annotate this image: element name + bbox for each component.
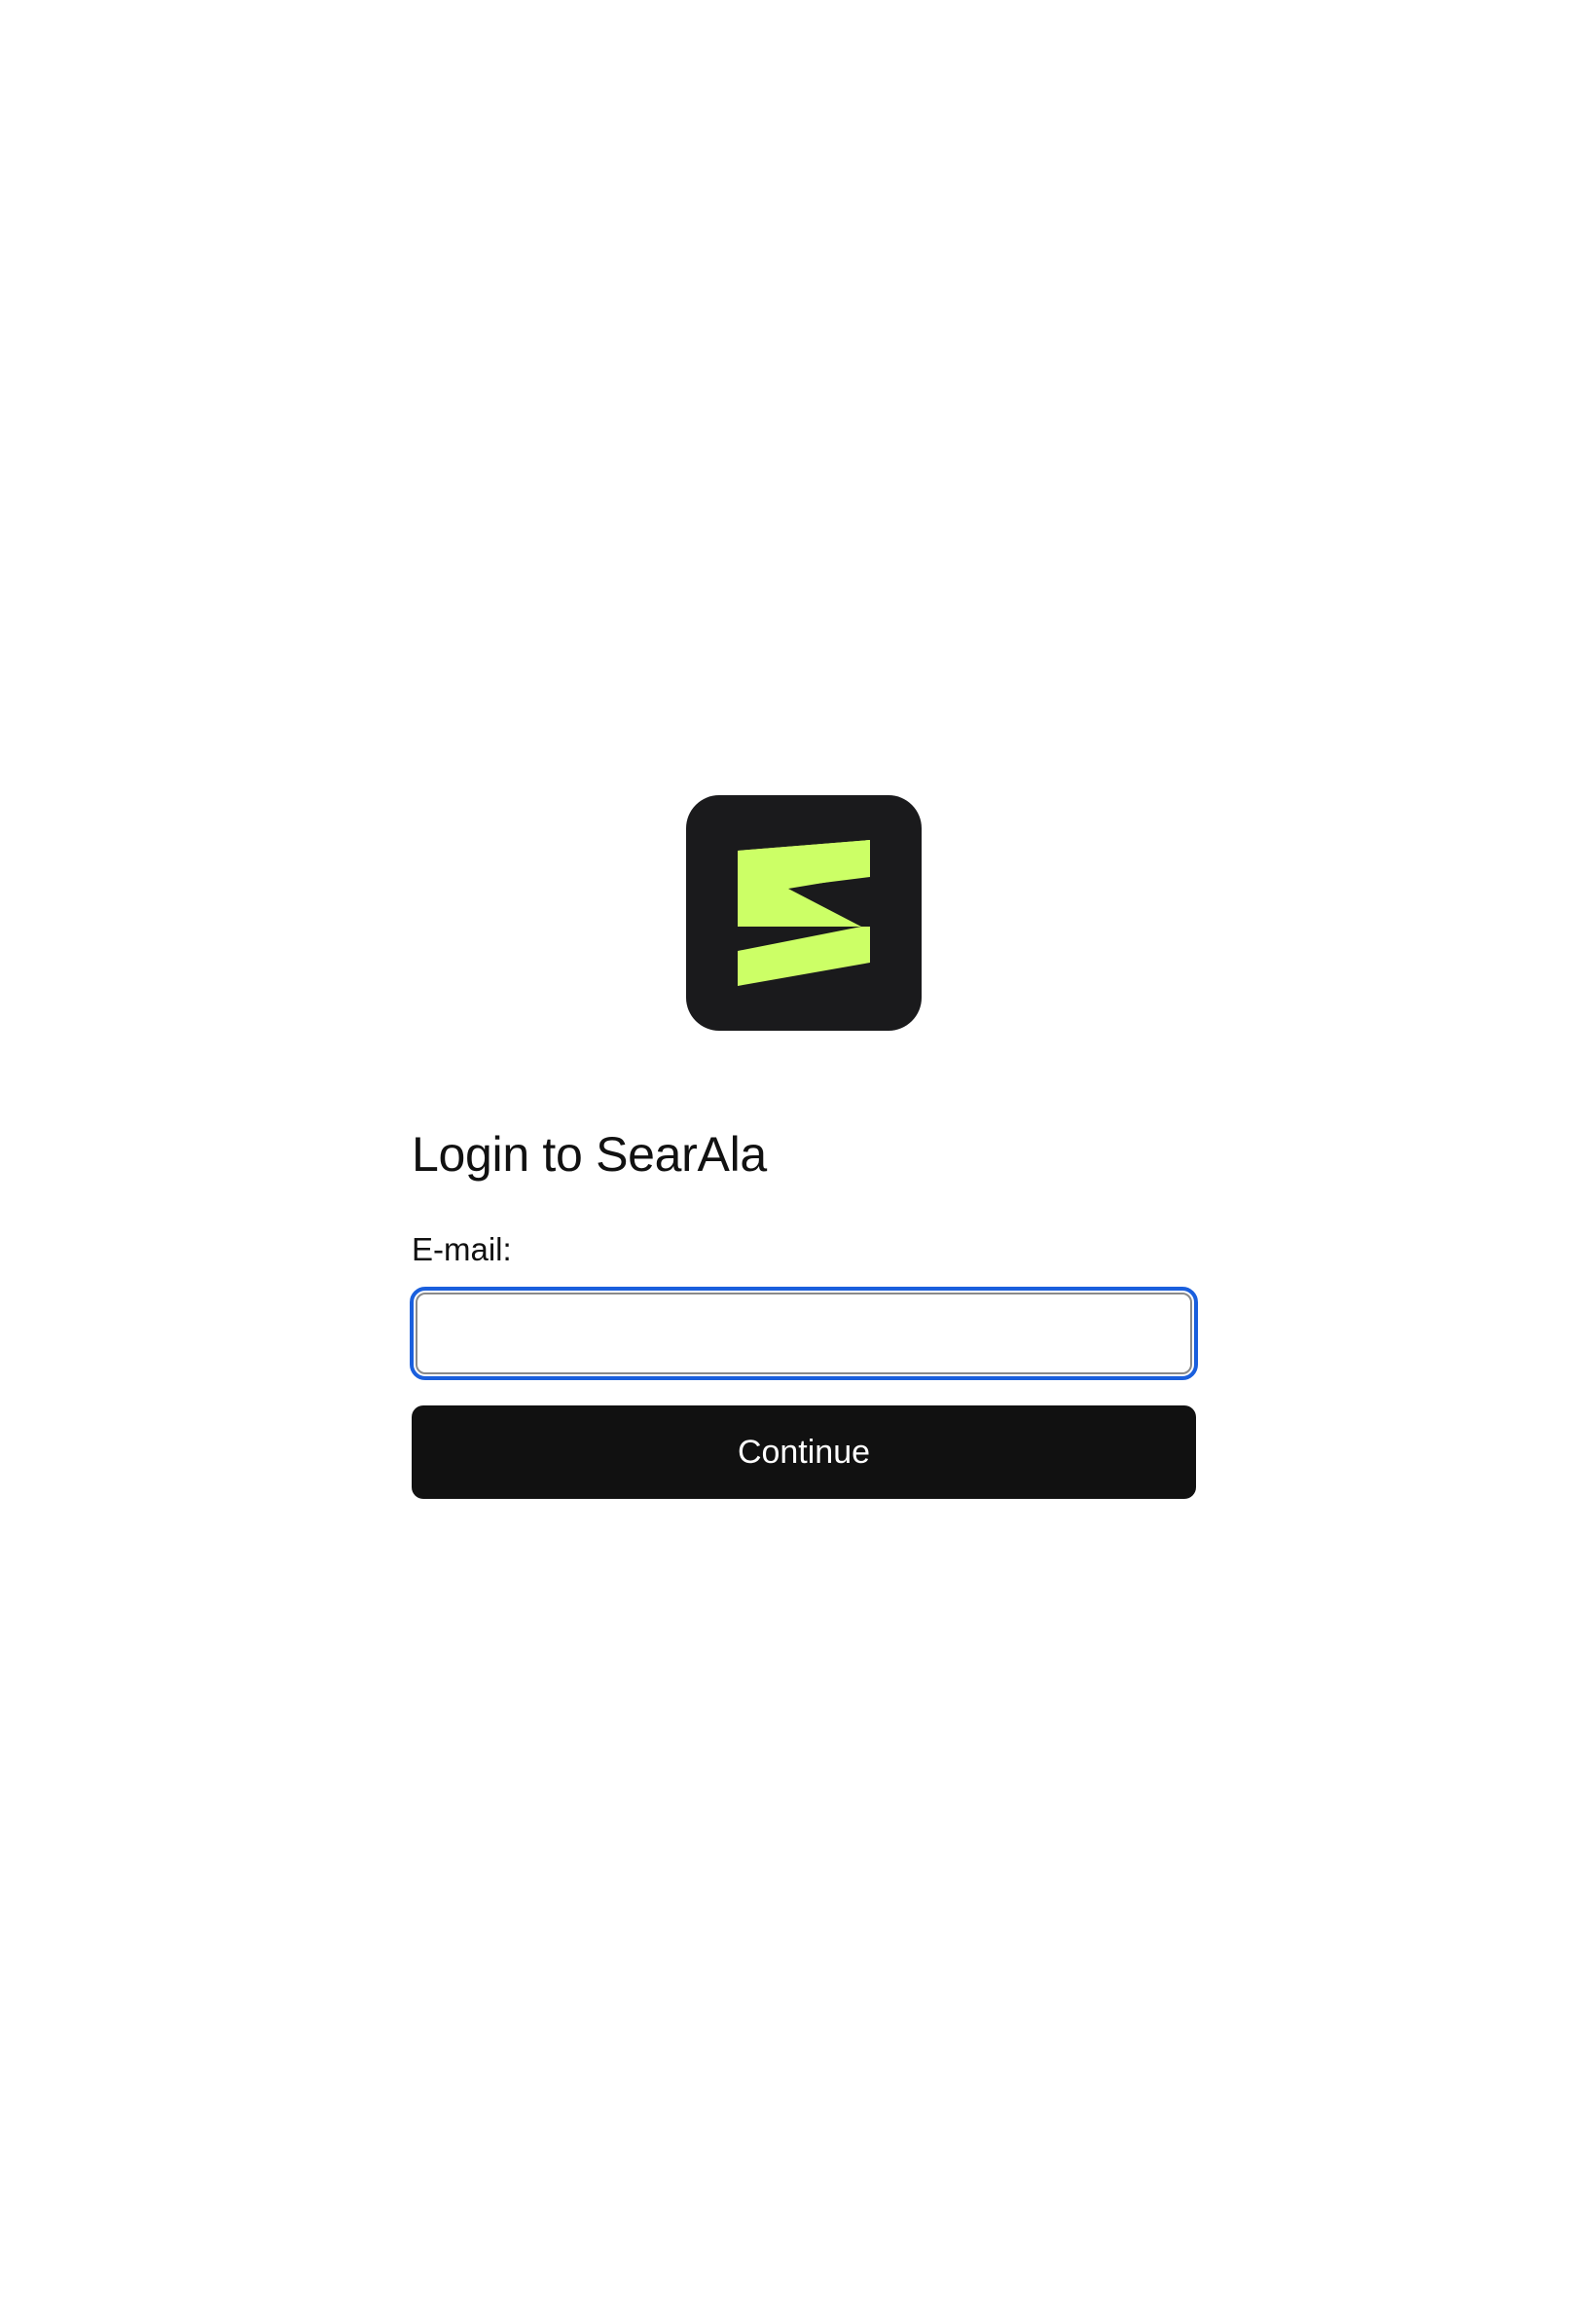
login-page: Login to SearAla E-mail: Continue (0, 0, 1596, 2297)
continue-button[interactable]: Continue (412, 1405, 1196, 1499)
email-label: E-mail: (412, 1231, 512, 1267)
page-title: Login to SearAla (412, 1127, 767, 1182)
email-field-focus-ring (410, 1287, 1198, 1380)
searala-logo-icon (686, 795, 922, 1031)
login-form: Login to SearAla E-mail: Continue (410, 1119, 1198, 1499)
email-field[interactable] (416, 1293, 1192, 1374)
